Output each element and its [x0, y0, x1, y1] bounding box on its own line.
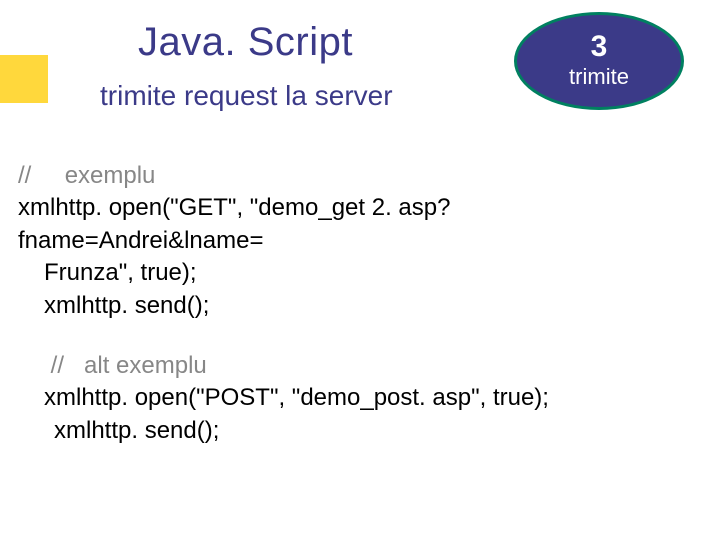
example-1: // exemplu xmlhttp. open("GET", "demo_ge…	[18, 160, 702, 322]
comment-text: exemplu	[65, 162, 156, 189]
code-line: xmlhttp. send();	[44, 415, 702, 447]
code-line: xmlhttp. send();	[18, 290, 702, 322]
comment-text: alt exemplu	[84, 352, 207, 379]
comment-slashes: //	[18, 162, 31, 189]
step-number: 3	[591, 32, 608, 62]
accent-block	[0, 55, 48, 103]
comment-slashes: //	[51, 352, 64, 379]
code-line: xmlhttp. open("POST", "demo_post. asp", …	[44, 382, 702, 414]
code-line: xmlhttp. open("GET", "demo_get 2. asp? f…	[18, 192, 702, 257]
slide-title: Java. Script	[138, 20, 353, 65]
step-label: trimite	[569, 64, 629, 90]
code-line: Frunza", true);	[18, 257, 702, 289]
example-2: // alt exemplu xmlhttp. open("POST", "de…	[18, 350, 702, 447]
slide-body: // exemplu xmlhttp. open("GET", "demo_ge…	[18, 160, 702, 475]
step-badge: 3 trimite	[514, 12, 684, 110]
code-line: // alt exemplu	[44, 350, 702, 382]
code-line: // exemplu	[18, 160, 702, 192]
slide-subtitle: trimite request la server	[100, 80, 393, 112]
